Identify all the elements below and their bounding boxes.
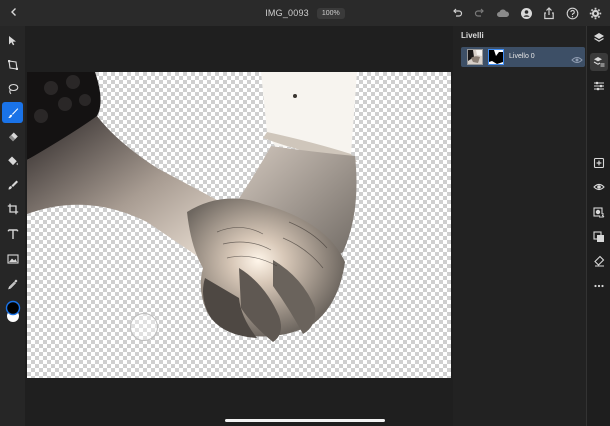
left-toolbar [0,26,25,426]
smudge-tool[interactable] [2,174,23,195]
type-tool[interactable] [2,223,23,244]
layer-mask-thumbnail[interactable] [488,49,504,65]
brush-icon [7,107,18,118]
eraser-layer-button[interactable] [590,252,608,270]
foreground-background-color-icon [5,300,21,322]
photoshop-app: IMG_0093 100% Livelli Livello 0 [0,0,610,426]
top-bar: IMG_0093 100% [0,0,610,26]
select-icon [9,36,16,46]
layer-properties-button[interactable] [590,53,608,71]
document-canvas[interactable] [27,72,451,378]
more-icon [594,284,604,288]
settings-button[interactable] [586,4,604,22]
layer-properties-icon [593,57,605,67]
color-picker-swatch[interactable] [5,300,21,324]
undo-icon [453,8,463,17]
cloud-button[interactable] [494,4,512,22]
top-actions [448,0,604,26]
canvas-area[interactable] [25,26,453,426]
undo-button[interactable] [448,4,466,22]
back-icon [11,8,16,16]
eye-icon [571,57,583,63]
select-tool[interactable] [2,30,23,51]
layer-name: Livello 0 [509,53,535,60]
document-title: IMG_0093 [265,8,309,18]
lasso-tool[interactable] [2,78,23,99]
place-image-tool[interactable] [2,248,23,269]
help-icon [566,7,578,19]
eyedropper-tool[interactable] [2,273,23,294]
account-button[interactable] [517,4,535,22]
layers-panel: Livelli Livello 0 [453,26,586,426]
redo-icon [474,8,484,17]
add-layer-button[interactable] [590,154,608,172]
clipping-button[interactable] [590,228,608,246]
layer-row[interactable]: Livello 0 [461,47,585,67]
image-icon [6,253,19,264]
eraser-tool[interactable] [2,126,23,147]
visibility-icon [593,183,605,191]
home-indicator [225,419,385,422]
layer-thumbnail [467,49,483,65]
more-button[interactable] [590,277,608,295]
layers-button[interactable] [590,29,608,47]
clipping-icon [593,231,604,242]
eraser-icon [8,132,18,141]
crop-icon [7,203,18,214]
adjustments-icon [594,81,604,91]
smudge-icon [8,180,18,189]
eyedropper-icon [7,279,17,289]
visibility-button[interactable] [590,178,608,196]
redo-button[interactable] [471,4,489,22]
mask-icon [593,207,605,218]
brush-cursor [130,313,158,341]
right-rail [586,26,610,426]
zoom-level-button[interactable]: 100% [316,7,345,19]
eraser-layer-icon [594,255,605,267]
settings-icon [589,7,601,19]
layer-visibility-toggle[interactable] [571,52,583,63]
add-layer-icon [593,157,605,169]
type-icon [7,228,18,239]
share-icon [544,6,554,19]
mask-button[interactable] [590,203,608,221]
cloud-icon [497,9,510,17]
help-button[interactable] [563,4,581,22]
back-button[interactable] [6,4,22,20]
account-icon [520,7,532,19]
lasso-icon [8,83,18,94]
transform-icon [7,59,18,70]
brush-tool[interactable] [2,102,23,123]
layers-icon [594,33,604,42]
share-button[interactable] [540,4,558,22]
fill-tool[interactable] [2,150,23,171]
crop-tool[interactable] [2,198,23,219]
fill-icon [7,156,18,165]
photo-hands-image [27,72,357,342]
layers-panel-title: Livelli [461,31,484,40]
adjustments-button[interactable] [590,77,608,95]
transform-tool[interactable] [2,54,23,75]
